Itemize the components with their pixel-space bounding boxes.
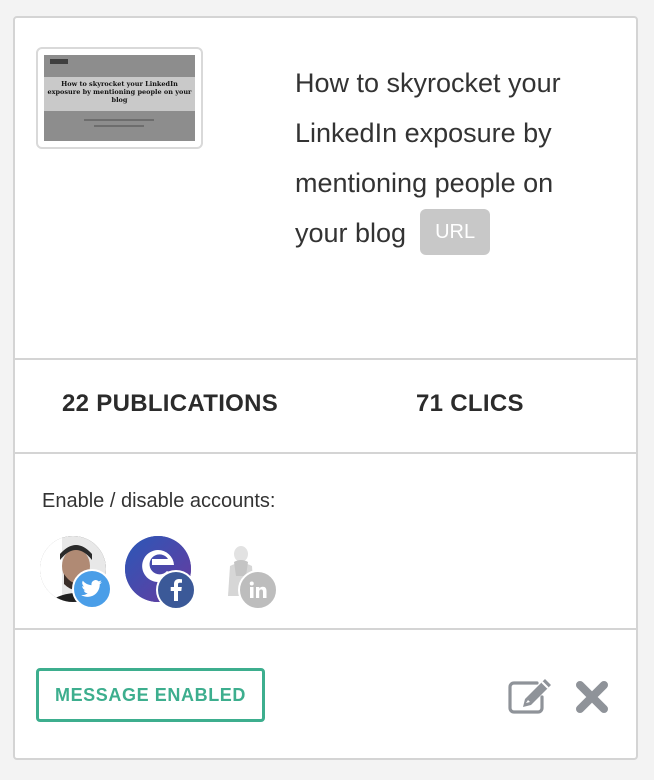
thumbnail-title: How to skyrocket your LinkedIn exposure … bbox=[47, 80, 192, 104]
post-card: How to skyrocket your LinkedIn exposure … bbox=[13, 16, 638, 760]
url-button[interactable]: URL bbox=[420, 208, 491, 255]
linkedin-icon bbox=[249, 581, 267, 598]
accounts-section: Enable / disable accounts: bbox=[15, 454, 636, 630]
twitter-badge bbox=[72, 569, 112, 609]
clicks-count: 71 CLICS bbox=[416, 390, 524, 417]
card-footer: MESSAGE ENABLED bbox=[15, 630, 636, 758]
message-enabled-button[interactable]: MESSAGE ENABLED bbox=[36, 668, 265, 722]
close-icon[interactable] bbox=[575, 680, 609, 714]
stats-row: 22 PUBLICATIONS 71 CLICS bbox=[15, 360, 636, 454]
post-header: How to skyrocket your LinkedIn exposure … bbox=[15, 18, 636, 360]
thumbnail-image: How to skyrocket your LinkedIn exposure … bbox=[44, 55, 195, 141]
post-thumbnail[interactable]: How to skyrocket your LinkedIn exposure … bbox=[36, 47, 203, 149]
edit-icon[interactable] bbox=[507, 677, 553, 715]
thumbnail-logo bbox=[50, 59, 68, 64]
publications-count: 22 PUBLICATIONS bbox=[62, 390, 279, 417]
linkedin-badge bbox=[238, 570, 278, 610]
twitter-icon bbox=[81, 580, 102, 597]
facebook-badge bbox=[156, 570, 196, 610]
post-title: How to skyrocket your LinkedIn exposure … bbox=[295, 58, 595, 258]
facebook-icon bbox=[170, 579, 182, 601]
accounts-label: Enable / disable accounts: bbox=[42, 490, 276, 512]
